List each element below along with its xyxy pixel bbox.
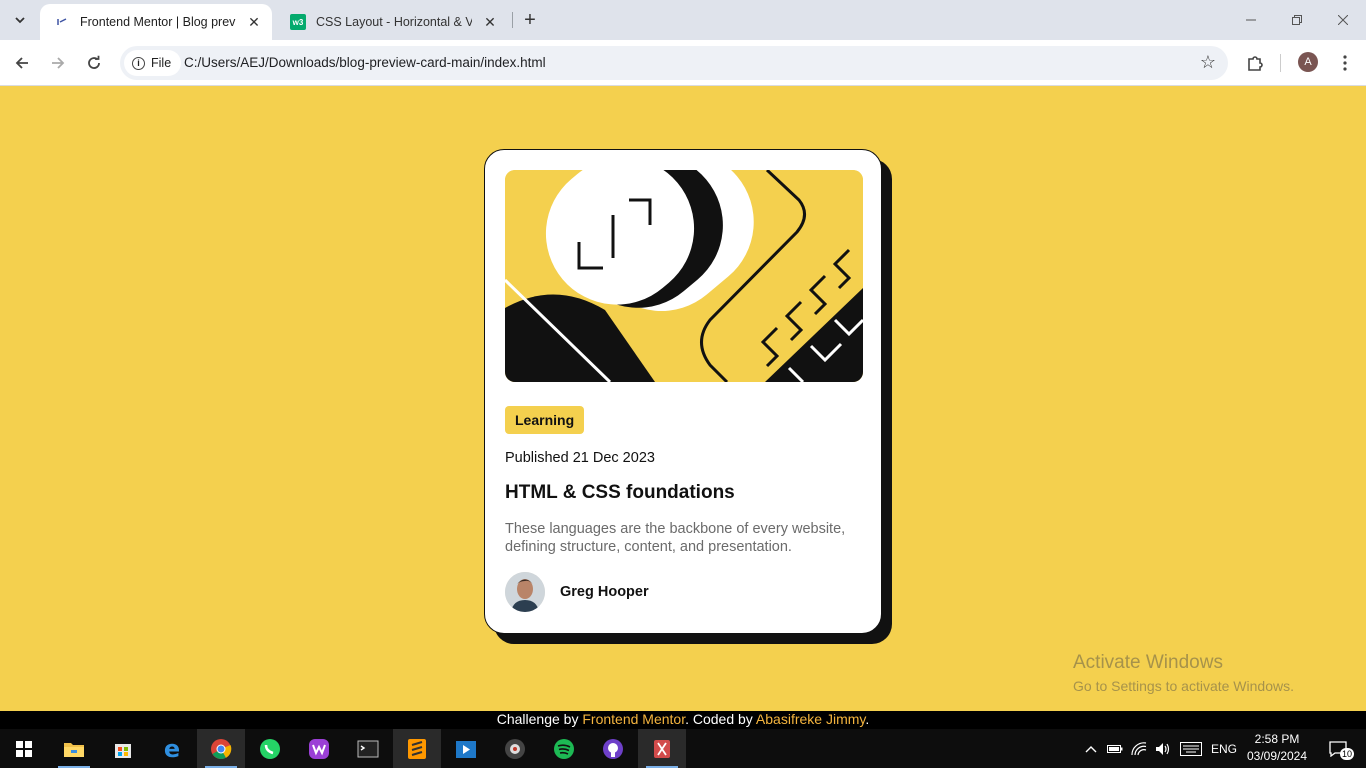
github-desktop-taskbar-icon[interactable]	[589, 729, 637, 768]
category-tag: Learning	[505, 406, 585, 434]
file-explorer-taskbar-icon[interactable]	[50, 729, 98, 768]
close-tab-icon[interactable]: ✕	[244, 12, 264, 32]
author-avatar	[505, 572, 545, 612]
card-title[interactable]: HTML & CSS foundations	[505, 482, 861, 504]
browser-menu-button[interactable]	[1330, 48, 1360, 78]
windows-logo-icon	[16, 740, 32, 757]
info-icon: i	[132, 56, 145, 70]
attribution-suffix: .	[865, 711, 870, 727]
back-button[interactable]	[7, 48, 37, 78]
site-info-chip[interactable]: i File	[124, 50, 182, 76]
restore-icon	[1292, 15, 1302, 25]
close-tab-icon[interactable]: ✕	[480, 12, 500, 32]
restore-button[interactable]	[1274, 0, 1320, 40]
reload-icon	[88, 55, 100, 69]
author-link[interactable]: Abasifreke Jimmy	[756, 711, 865, 727]
edge-taskbar-icon[interactable]: e	[148, 729, 196, 768]
snipping-tool-taskbar-icon[interactable]	[638, 729, 686, 768]
page-viewport: Learning Published 21 Dec 2023 HTML & CS…	[0, 87, 1366, 711]
reload-button[interactable]	[79, 48, 109, 78]
start-button[interactable]	[0, 729, 48, 768]
frontend-mentor-favicon-icon	[54, 14, 70, 30]
browser-tab-bar: Frontend Mentor | Blog preview card ✕ w3…	[0, 0, 1366, 40]
blog-preview-card: Learning Published 21 Dec 2023 HTML & CS…	[484, 149, 882, 634]
tab-blog-preview[interactable]: Frontend Mentor | Blog preview card ✕	[40, 4, 272, 40]
activate-windows-watermark: Activate Windows Go to Settings to activ…	[1073, 652, 1294, 694]
tab-search-button[interactable]	[6, 6, 34, 34]
more-vertical-icon	[1343, 55, 1347, 71]
tab-css-layout[interactable]: w3 CSS Layout - Horizontal & Vertical Al…	[276, 4, 508, 40]
system-clock[interactable]: 2:58 PM 03/09/2024	[1244, 731, 1310, 765]
toolbar-divider	[1280, 54, 1281, 72]
show-hidden-icons-button[interactable]	[1080, 729, 1102, 768]
bookmark-star-icon[interactable]: ☆	[1200, 52, 1216, 73]
notification-count-badge: 10	[1340, 748, 1355, 760]
w3schools-favicon-icon: w3	[290, 14, 306, 30]
clock-time: 2:58 PM	[1254, 732, 1300, 746]
wps-office-taskbar-icon[interactable]	[295, 729, 343, 768]
terminal-taskbar-icon[interactable]	[344, 729, 392, 768]
new-tab-button[interactable]: +	[518, 8, 542, 32]
touch-keyboard-icon[interactable]	[1178, 729, 1204, 768]
video-app-taskbar-icon[interactable]	[442, 729, 490, 768]
chevron-up-icon	[1085, 745, 1097, 752]
sublime-text-taskbar-icon[interactable]	[393, 729, 441, 768]
tab-title: CSS Layout - Horizontal & Vertical Align	[316, 15, 472, 29]
card-description: These languages are the backbone of ever…	[505, 521, 846, 555]
tab-title: Frontend Mentor | Blog preview card	[80, 15, 236, 29]
profile-avatar[interactable]: A	[1298, 52, 1318, 72]
whatsapp-taskbar-icon[interactable]	[246, 729, 294, 768]
frontend-mentor-link[interactable]: Frontend Mentor	[582, 711, 685, 727]
tab-divider	[512, 12, 513, 28]
published-date: Published 21 Dec 2023	[505, 450, 655, 466]
notification-center-button[interactable]: 10	[1318, 729, 1358, 768]
minimize-button[interactable]	[1228, 0, 1274, 40]
arrow-left-icon	[15, 57, 28, 69]
close-window-button[interactable]	[1320, 0, 1366, 40]
site-info-label: File	[151, 56, 172, 70]
attribution-middle: . Coded by	[685, 711, 756, 727]
puzzle-icon	[1248, 56, 1263, 71]
music-player-taskbar-icon[interactable]	[491, 729, 539, 768]
watermark-title: Activate Windows	[1073, 652, 1223, 673]
close-icon	[1338, 15, 1348, 25]
watermark-subtitle: Go to Settings to activate Windows.	[1073, 678, 1294, 694]
forward-button[interactable]	[43, 48, 73, 78]
chevron-down-icon	[15, 17, 25, 24]
chrome-taskbar-icon[interactable]	[197, 729, 245, 768]
attribution-footer: Challenge by Frontend Mentor. Coded by A…	[0, 711, 1366, 729]
battery-icon[interactable]	[1104, 729, 1126, 768]
windows-taskbar: e ENG 2:58 PM 03/09/2024 10	[0, 729, 1366, 768]
store-taskbar-icon[interactable]	[99, 729, 147, 768]
clock-date: 03/09/2024	[1246, 749, 1308, 763]
arrow-right-icon	[52, 57, 65, 69]
url-text[interactable]: C:/Users/AEJ/Downloads/blog-preview-card…	[184, 55, 546, 70]
minimize-icon	[1246, 19, 1256, 21]
volume-icon[interactable]	[1152, 729, 1174, 768]
spotify-taskbar-icon[interactable]	[540, 729, 588, 768]
browser-toolbar: i File C:/Users/AEJ/Downloads/blog-previ…	[0, 40, 1366, 86]
extensions-button[interactable]	[1240, 48, 1270, 78]
attribution-prefix: Challenge by	[496, 711, 583, 727]
author-name: Greg Hooper	[560, 584, 649, 600]
card-illustration	[505, 170, 863, 382]
input-language-indicator[interactable]: ENG	[1208, 729, 1240, 768]
author: Greg Hooper	[505, 572, 861, 612]
wifi-icon[interactable]	[1128, 729, 1150, 768]
address-bar[interactable]: i File C:/Users/AEJ/Downloads/blog-previ…	[120, 46, 1228, 80]
